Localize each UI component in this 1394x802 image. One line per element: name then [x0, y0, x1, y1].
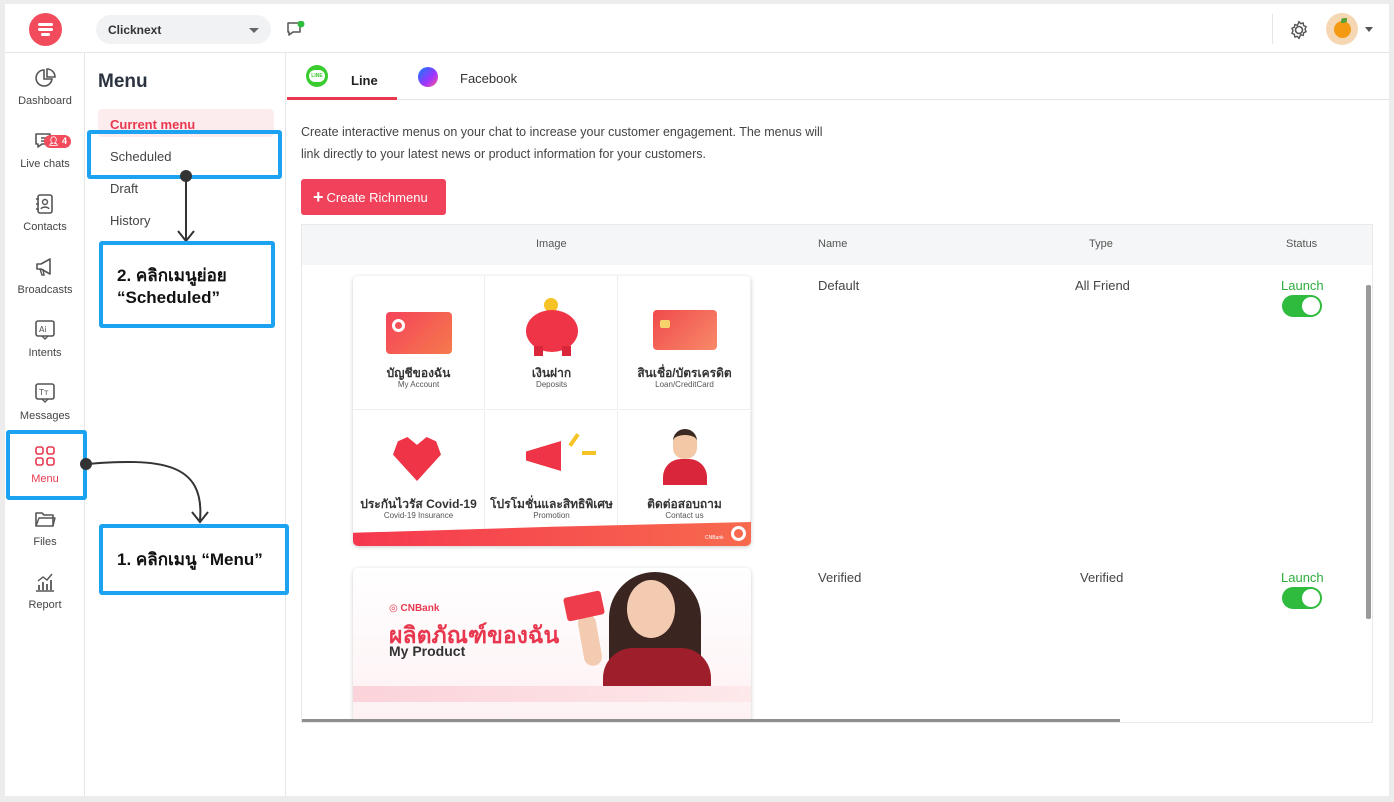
panel-title: Menu — [98, 71, 148, 92]
sidebar-item-files[interactable]: Files — [5, 508, 85, 568]
launch-toggle[interactable] — [1282, 587, 1322, 609]
sidebar-item-live-chats[interactable]: 👤︎ 4 Live chats — [5, 130, 85, 190]
vertical-scrollbar[interactable] — [1366, 285, 1371, 619]
page-description: Create interactive menus on your chat to… — [301, 125, 823, 161]
megaphone-icon — [36, 258, 51, 276]
credit-card-icon — [562, 590, 606, 622]
svg-text:Tт: Tт — [38, 388, 49, 397]
row-type: Verified — [1080, 570, 1124, 585]
plus-icon: + — [313, 187, 324, 207]
column-header-image: Image — [536, 238, 567, 250]
create-richmenu-button[interactable]: + Create Richmenu — [301, 179, 446, 215]
sidebar-item-contacts[interactable]: Contacts — [5, 193, 85, 253]
column-header-name: Name — [818, 238, 848, 250]
sidebar-item-broadcasts[interactable]: Broadcasts — [5, 256, 85, 316]
row-name: Default — [818, 278, 860, 293]
top-bar: Clicknext — [5, 4, 1389, 53]
status-label: Launch — [1281, 278, 1324, 293]
sidebar-item-label: Contacts — [23, 221, 67, 233]
organization-select[interactable]: Clicknext — [96, 15, 271, 44]
app-window: Clicknext Dashboard 👤︎ 4 Live chats Cont… — [5, 4, 1389, 796]
sidebar-item-report[interactable]: Report — [5, 571, 85, 631]
table-header: Image Name Type Status — [302, 225, 1372, 265]
channel-tabs: LINE Line Facebook — [287, 53, 1389, 100]
bar-chart-icon — [36, 573, 54, 592]
launch-toggle[interactable] — [1282, 295, 1322, 317]
status-label: Launch — [1281, 570, 1324, 585]
richmenu-image-default[interactable]: บัญชีของฉัน My Account เงินฝาก Deposits … — [353, 276, 751, 546]
richmenu-cell-loan-creditcard: สินเชื่อ/บัตรเครดิต Loan/CreditCard — [619, 276, 751, 410]
banner-brand: ◎ CNBank — [389, 603, 440, 614]
column-header-status: Status — [1286, 238, 1318, 250]
tab-label: Facebook — [460, 71, 518, 86]
bank-logo-icon — [731, 526, 746, 541]
sidebar-item-label: Broadcasts — [17, 284, 73, 296]
chat-status-icon[interactable] — [286, 20, 306, 44]
sidebar-item-label: Live chats — [20, 158, 70, 170]
row-name: Verified — [818, 570, 862, 585]
sidebar-item-label: Dashboard — [18, 95, 72, 107]
richmenu-cell-deposits: เงินฝาก Deposits — [486, 276, 618, 410]
tab-line[interactable]: LINE Line — [287, 53, 397, 100]
sidebar-item-label: Files — [33, 536, 57, 548]
ai-icon: Ai — [35, 320, 55, 340]
richmenu-cell-promotion: โปรโมชั่นและสิทธิพิเศษ Promotion — [486, 411, 618, 545]
contacts-icon — [36, 194, 53, 214]
sidebar-item-label: Report — [28, 599, 62, 611]
richmenu-cell-my-account: บัญชีของฉัน My Account — [353, 276, 485, 410]
svg-text:Ai: Ai — [39, 325, 47, 334]
footer-brand: CNBank — [705, 535, 724, 541]
line-icon: LINE — [306, 65, 328, 87]
richmenu-table: Image Name Type Status บัญชีของฉัน My Ac… — [301, 224, 1373, 723]
messenger-icon — [418, 67, 438, 87]
column-header-type: Type — [1089, 238, 1113, 250]
avatar[interactable] — [1326, 13, 1358, 45]
sidebar: Dashboard 👤︎ 4 Live chats Contacts Broad… — [5, 53, 85, 796]
sidebar-item-dashboard[interactable]: Dashboard — [5, 67, 85, 127]
horizontal-scrollbar[interactable] — [302, 719, 1120, 722]
sidebar-item-label: Intents — [28, 347, 62, 359]
text-message-icon: Tт — [35, 383, 55, 403]
organization-name: Clicknext — [108, 23, 162, 37]
submenu-history[interactable]: History — [98, 205, 274, 233]
chevron-down-icon — [249, 28, 259, 33]
gear-icon[interactable] — [1288, 19, 1310, 46]
tab-facebook[interactable]: Facebook — [415, 53, 535, 100]
annotation-step-2: 2. คลิกเมนูย่อย “Scheduled” — [99, 241, 275, 328]
sidebar-item-intents[interactable]: Ai Intents — [5, 319, 85, 379]
divider — [1272, 14, 1273, 44]
annotation-highlight-menu — [6, 430, 87, 500]
banner-title-en: My Product — [389, 643, 466, 659]
sidebar-item-label: Messages — [19, 410, 71, 422]
chevron-down-icon[interactable] — [1365, 27, 1373, 32]
annotation-step-1: 1. คลิกเมนู “Menu” — [99, 524, 289, 595]
richmenu-image-verified[interactable]: ◎ CNBank ผลิตภัณฑ์ของฉัน My Product — [353, 568, 751, 722]
richmenu-cell-covid-insurance: ประกันไวรัส Covid-19 Covid-19 Insurance — [353, 411, 485, 545]
pie-chart-icon — [35, 68, 56, 87]
live-chats-badge: 👤︎ 4 — [44, 135, 71, 148]
folder-icon — [35, 512, 56, 527]
row-type: All Friend — [1075, 278, 1130, 293]
annotation-highlight-scheduled — [87, 130, 282, 179]
tab-label: Line — [351, 73, 378, 88]
app-logo[interactable] — [29, 13, 62, 46]
